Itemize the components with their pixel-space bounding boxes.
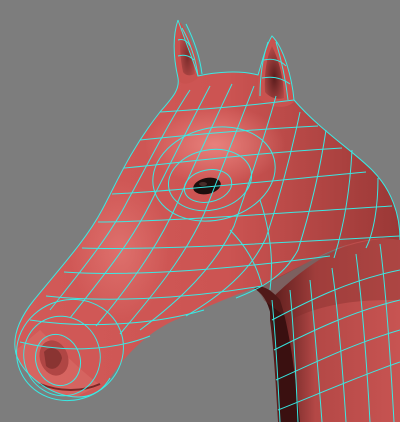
3d-viewport[interactable] [0,0,400,422]
horse-head-wireframe-model [14,19,400,422]
